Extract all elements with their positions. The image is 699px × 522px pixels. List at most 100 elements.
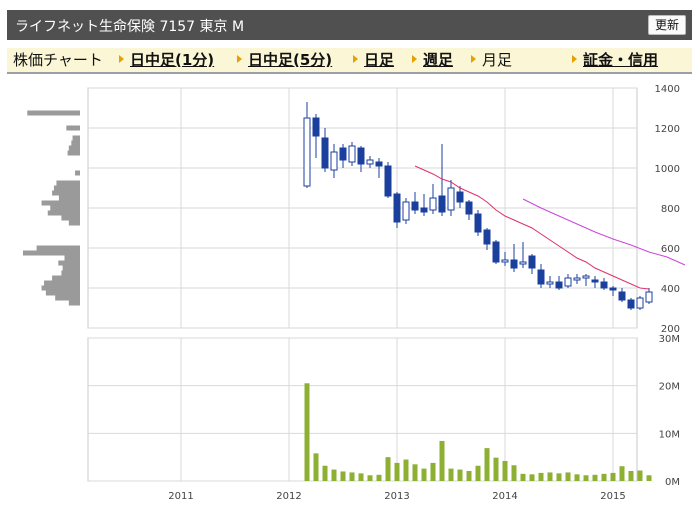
volume-bar: [502, 460, 508, 481]
volume-profile-bar: [36, 245, 80, 251]
volume-profile-bar: [22, 250, 80, 256]
candle-down: [456, 191, 464, 203]
volume-profile-bar: [71, 140, 80, 146]
volume-profile-bar: [58, 260, 80, 266]
volume-bar: [376, 474, 382, 481]
candle-up: [582, 275, 590, 279]
candle-down: [492, 241, 500, 263]
volume-bar: [556, 473, 562, 481]
volume-profile-bar: [56, 180, 80, 186]
candle-down: [510, 259, 518, 269]
candle-down: [627, 299, 635, 309]
volume-profile-bar: [41, 200, 80, 206]
volume-bar: [592, 474, 598, 481]
volume-bar: [367, 475, 373, 481]
candle-down: [474, 213, 482, 233]
candle-down: [618, 291, 626, 301]
volume-profile-bar: [61, 270, 80, 276]
volume-bar: [601, 473, 607, 481]
volume-profile-bar: [64, 255, 80, 261]
volume-bar: [313, 453, 319, 481]
candle-down: [357, 147, 365, 165]
volume-bar: [628, 470, 634, 481]
candle-up: [573, 277, 581, 281]
candle-up: [564, 277, 572, 287]
volume-bar: [583, 475, 589, 481]
volume-bar: [403, 459, 409, 481]
candle-up: [402, 201, 410, 221]
volume-bar: [565, 472, 571, 481]
price-tick-label: 1000: [655, 164, 680, 175]
volume-tick-label: 20M: [659, 382, 680, 393]
candle-down: [528, 255, 536, 269]
volume-profile-bar: [68, 220, 80, 226]
candle-up: [429, 197, 437, 211]
price-tick-label: 600: [661, 244, 680, 255]
volume-tick-label: 30M: [659, 334, 680, 345]
volume-bar: [385, 457, 391, 481]
candle-down: [555, 281, 563, 289]
candle-down: [600, 281, 608, 289]
volume-bar: [358, 473, 364, 481]
volume-bar: [349, 472, 355, 481]
volume-profile-bar: [50, 205, 80, 211]
candle-down: [483, 229, 491, 245]
stock-chart: 2004006008001000120014000M10M20M30M2011 2…: [22, 84, 686, 502]
year-tick-label: 2012: [276, 491, 301, 502]
volume-tick-label: 0M: [665, 477, 680, 488]
candle-down: [420, 207, 428, 213]
volume-bar: [430, 462, 436, 481]
volume-profile-bar: [53, 185, 80, 191]
volume-profile-bar: [61, 215, 80, 221]
volume-bar: [574, 474, 580, 481]
volume-bar: [421, 468, 427, 481]
candle-up: [330, 151, 338, 171]
volume-profile-bar: [66, 125, 80, 131]
candle-down: [393, 193, 401, 223]
volume-bar: [520, 473, 526, 481]
candle-down: [537, 269, 545, 285]
candle-up: [501, 259, 509, 263]
price-tick-label: 1400: [655, 84, 680, 95]
volume-bar: [457, 469, 463, 481]
volume-profile-bar: [41, 285, 80, 291]
volume-plot-area: [87, 337, 638, 482]
volume-bar: [493, 457, 499, 481]
year-tick-label: 2014: [492, 491, 517, 502]
candle-down: [339, 147, 347, 161]
volume-profile-bar: [52, 190, 80, 196]
candle-down: [321, 137, 329, 169]
candle-up: [636, 297, 644, 309]
year-tick-label: 2015: [600, 491, 625, 502]
volume-bar: [394, 462, 400, 481]
volume-bar: [322, 465, 328, 481]
candle-down: [312, 117, 320, 137]
candle-down: [465, 201, 473, 215]
candle-down: [384, 165, 392, 197]
volume-tick-label: 10M: [659, 429, 680, 440]
candle-down: [438, 195, 446, 213]
candle-down: [591, 279, 599, 283]
volume-bar: [610, 472, 616, 481]
volume-profile-bar: [45, 290, 80, 296]
volume-bar: [340, 471, 346, 481]
volume-profile-bar: [44, 280, 80, 286]
volume-profile-bar: [75, 170, 80, 176]
volume-profile-bar: [62, 265, 80, 271]
volume-bar: [331, 469, 337, 481]
price-tick-label: 800: [661, 204, 680, 215]
candle-down: [411, 201, 419, 211]
year-tick-label: 2013: [384, 491, 409, 502]
price-tick-label: 400: [661, 284, 680, 295]
volume-bar: [547, 472, 553, 481]
volume-bar: [475, 465, 481, 481]
volume-bar: [637, 470, 643, 481]
volume-profile-bar: [52, 275, 80, 281]
candle-up: [366, 159, 374, 165]
volume-profile-bar: [55, 295, 80, 301]
year-tick-label: 2011: [168, 491, 193, 502]
volume-profile-bar: [47, 210, 80, 216]
volume-profile-bar: [72, 135, 80, 141]
volume-bar: [619, 466, 625, 481]
candle-up: [645, 291, 653, 303]
